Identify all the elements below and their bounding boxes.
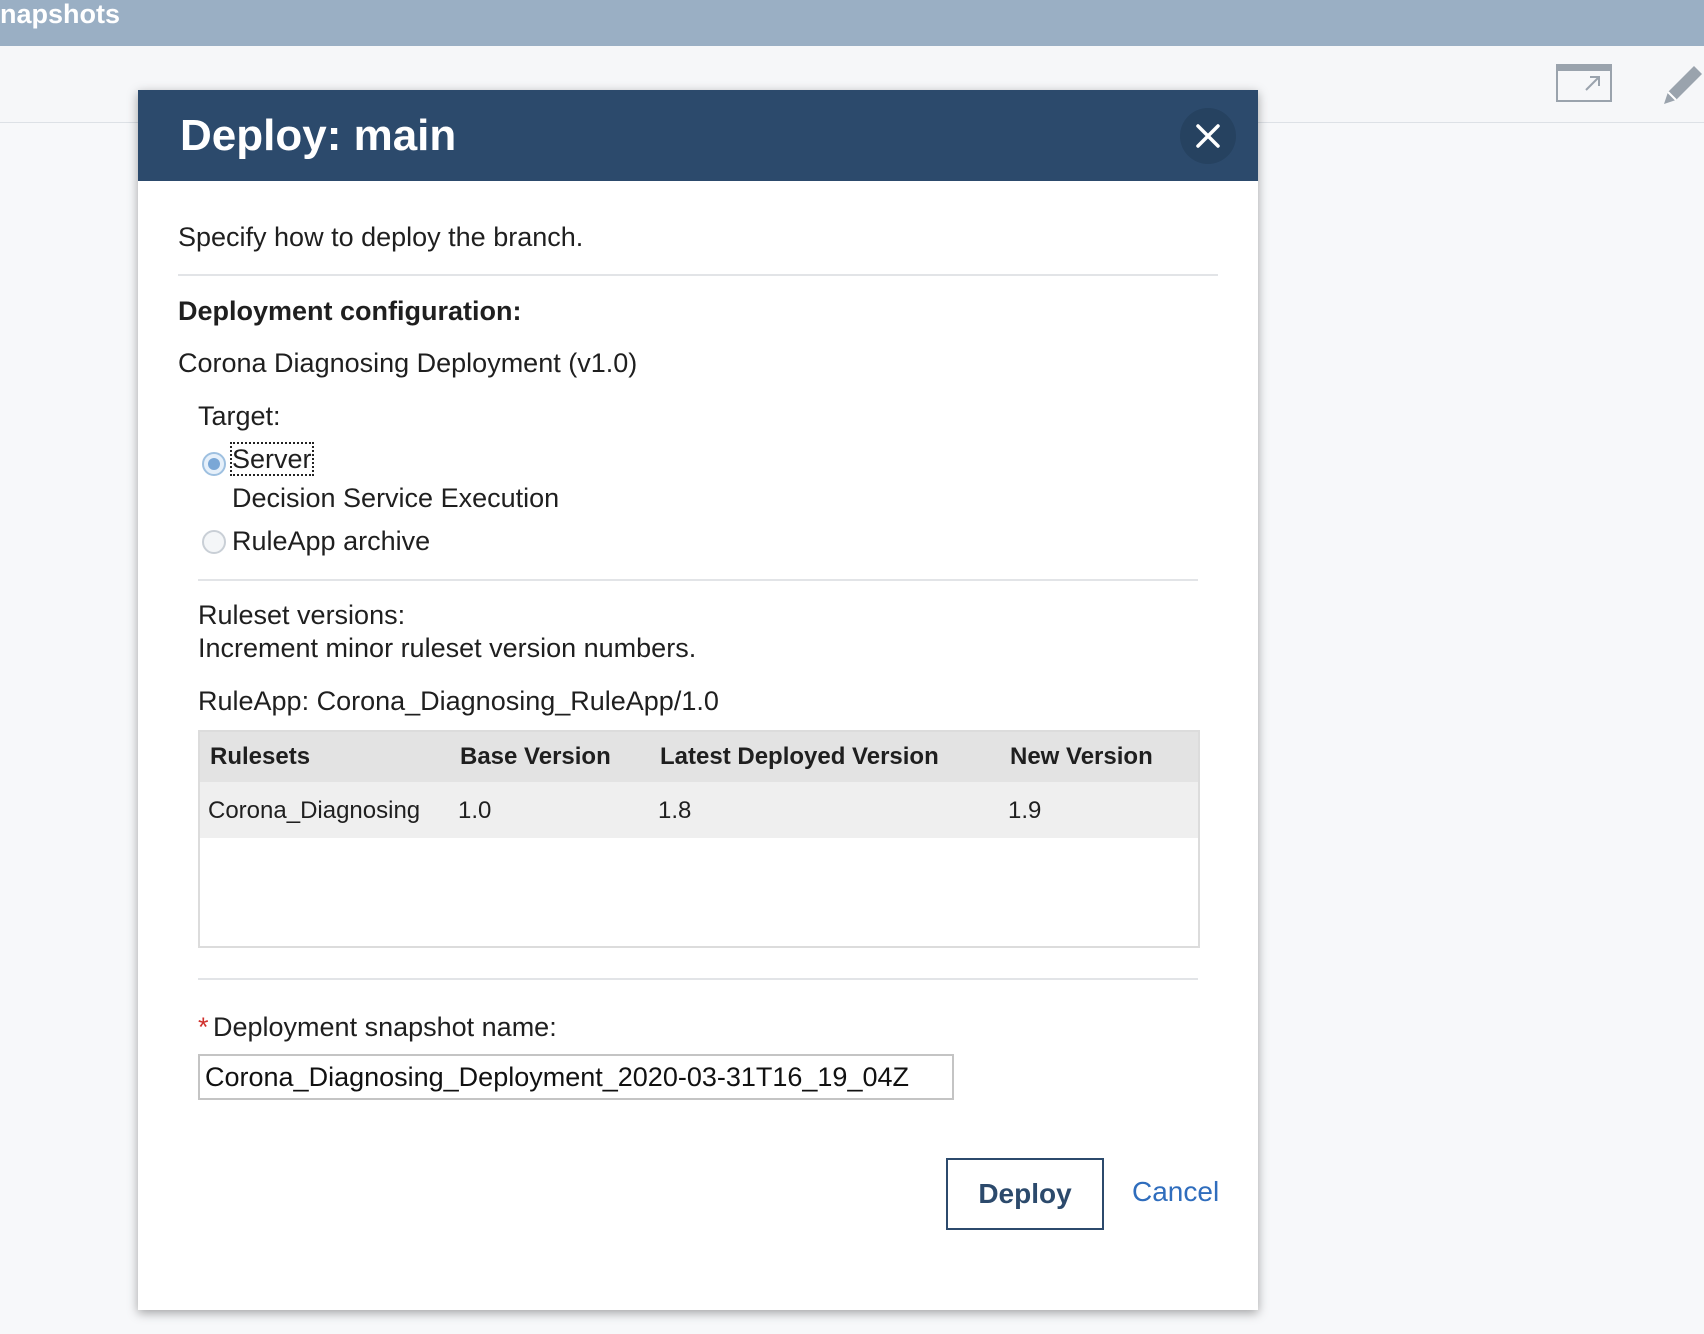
dialog-title: Deploy: main <box>180 111 457 160</box>
ruleapp-archive-radio[interactable] <box>202 530 226 554</box>
table-row[interactable]: Corona_Diagnosing 1.0 1.8 1.9 <box>200 782 1198 838</box>
table-header: Rulesets Base Version Latest Deployed Ve… <box>200 732 1198 782</box>
deploy-dialog: Deploy: main Specify how to deploy the b… <box>138 90 1258 1310</box>
cell-latest-deployed-version: 1.8 <box>658 797 692 824</box>
target-label: Target: <box>198 401 281 431</box>
cell-base-version: 1.0 <box>458 797 492 824</box>
column-header-new-version[interactable]: New Version <box>1010 742 1153 772</box>
required-marker: * <box>198 1012 209 1042</box>
divider <box>198 978 1198 980</box>
pencil-icon[interactable] <box>1658 58 1704 106</box>
ruleapp-archive-label[interactable]: RuleApp archive <box>232 524 430 558</box>
snapshot-name-input[interactable] <box>198 1054 954 1100</box>
deploy-button[interactable]: Deploy <box>946 1158 1104 1230</box>
config-heading: Deployment configuration: <box>178 296 522 326</box>
cancel-button[interactable]: Cancel <box>1132 1174 1219 1210</box>
config-name: Corona Diagnosing Deployment (v1.0) <box>178 348 638 378</box>
dialog-header: Deploy: main <box>138 90 1258 181</box>
rulesets-table: Rulesets Base Version Latest Deployed Ve… <box>198 730 1200 948</box>
column-header-latest-deployed-version[interactable]: Latest Deployed Version <box>660 742 939 772</box>
dialog-intro: Specify how to deploy the branch. <box>178 222 584 252</box>
column-header-base-version[interactable]: Base Version <box>460 742 611 772</box>
ruleset-versions-label: Ruleset versions: <box>198 600 406 630</box>
cell-ruleset: Corona_Diagnosing <box>208 797 421 824</box>
column-header-rulesets[interactable]: Rulesets <box>210 742 310 772</box>
ruleset-versions-desc: Increment minor ruleset version numbers. <box>198 633 697 663</box>
snapshot-name-label: Deployment snapshot name: <box>213 1012 557 1042</box>
popout-icon[interactable] <box>1556 64 1612 102</box>
close-button[interactable] <box>1180 108 1236 164</box>
cell-new-version: 1.9 <box>1008 797 1042 824</box>
server-radio-label[interactable]: Server <box>230 442 314 476</box>
server-radio[interactable] <box>202 452 226 476</box>
divider <box>198 579 1198 581</box>
app-header-title: napshots <box>0 0 121 29</box>
close-icon <box>1196 124 1220 148</box>
ruleapp-label: RuleApp: Corona_Diagnosing_RuleApp/1.0 <box>198 686 719 716</box>
divider <box>178 274 1218 276</box>
server-description: Decision Service Execution <box>232 483 560 513</box>
app-header-bar: napshots <box>0 0 1704 46</box>
